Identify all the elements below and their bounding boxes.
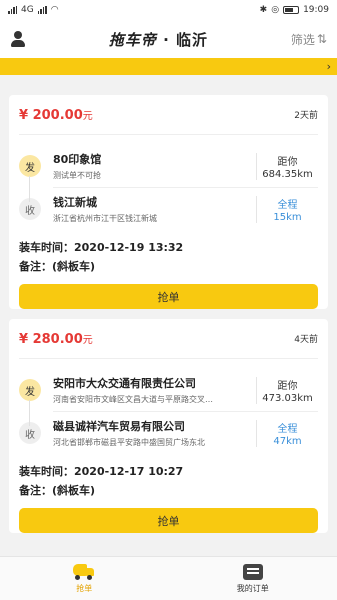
tab-my-orders-label: 我的订单	[236, 583, 269, 593]
status-bar: 4G ◠ ✱ ◎ 19:09	[0, 0, 337, 20]
route-connector	[29, 176, 30, 202]
status-left: 4G ◠	[8, 5, 59, 15]
network-type: 4G	[21, 5, 34, 15]
order-price: ¥ 280.00元	[19, 331, 93, 347]
status-right: ✱ ◎ 19:09	[260, 5, 329, 15]
app-header: 拖车帝 · 临沂 筛选 ⇅	[0, 20, 337, 58]
city-name[interactable]: 临沂	[176, 31, 208, 49]
location-icon: ◎	[271, 5, 280, 15]
order-time-ago: 4天前	[294, 335, 318, 345]
clock: 19:09	[303, 5, 329, 15]
order-meta: 装车时间：2020-12-19 13:32 备注：(斜板车)	[19, 230, 318, 276]
load-time-row: 装车时间：2020-12-19 13:32	[19, 241, 184, 254]
pickup-address: 河南省安阳市文峰区文昌大道与平原路交叉…	[53, 395, 213, 404]
tab-grab-label: 抢单	[76, 583, 93, 593]
dropoff-badge: 收	[19, 422, 41, 444]
dropoff-badge: 收	[19, 198, 41, 220]
order-price: ¥ 200.00元	[19, 107, 93, 123]
pickup-name: 80印象馆	[53, 153, 102, 166]
wifi-icon: ◠	[50, 5, 59, 15]
order-list[interactable]: ¥ 200.00元 2天前 发 80印象馆 测试单不可抢 距你 684.35km…	[0, 95, 337, 556]
route-connector	[29, 400, 30, 426]
signal-icon	[8, 6, 17, 14]
filter-button[interactable]: 筛选 ⇅	[291, 31, 327, 48]
grab-order-button[interactable]: 抢单	[19, 508, 318, 533]
distance-to-you: 距你 473.03km	[256, 376, 318, 404]
grab-order-button[interactable]: 抢单	[19, 284, 318, 309]
chevron-right-icon: ›	[326, 60, 331, 73]
note-row: 备注：(斜板车)	[19, 260, 96, 273]
notice-bar[interactable]: ›	[0, 58, 337, 75]
dropoff-name: 磁县诚祥汽车贸易有限公司	[53, 420, 185, 433]
battery-icon	[283, 6, 300, 14]
filter-label: 筛选	[290, 32, 315, 47]
pickup-leg: 发 安阳市大众交通有限责任公司 河南省安阳市文峰区文昌大道与平原路交叉… 距你 …	[19, 369, 318, 411]
order-card[interactable]: ¥ 200.00元 2天前 发 80印象馆 测试单不可抢 距你 684.35km…	[9, 95, 328, 309]
pickup-name: 安阳市大众交通有限责任公司	[53, 377, 196, 390]
bluetooth-icon: ✱	[259, 5, 268, 15]
bottom-tab-bar: 抢单 我的订单	[0, 556, 337, 600]
tab-my-orders[interactable]: 我的订单	[169, 557, 337, 600]
filter-icon: ⇅	[316, 32, 327, 46]
pickup-badge: 发	[19, 379, 41, 401]
page-title: 拖车帝 · 临沂	[109, 29, 208, 50]
tab-grab-orders[interactable]: 抢单	[0, 557, 169, 600]
order-time-ago: 2天前	[294, 111, 318, 121]
truck-icon	[73, 563, 95, 580]
pickup-badge: 发	[19, 155, 41, 177]
load-time-row: 装车时间：2020-12-17 10:27	[19, 465, 184, 478]
order-meta: 装车时间：2020-12-17 10:27 备注：(斜板车)	[19, 454, 318, 500]
title-separator: ·	[156, 30, 177, 49]
pickup-leg: 发 80印象馆 测试单不可抢 距你 684.35km	[19, 145, 318, 187]
order-card[interactable]: ¥ 280.00元 4天前 发 安阳市大众交通有限责任公司 河南省安阳市文峰区文…	[9, 319, 328, 533]
orders-icon	[242, 563, 263, 580]
signal-icon-2	[37, 6, 47, 14]
dropoff-address: 浙江省杭州市江干区钱江新城	[53, 214, 157, 223]
user-icon[interactable]	[10, 31, 26, 47]
note-row: 备注：(斜板车)	[19, 484, 96, 497]
dropoff-address: 河北省邯郸市磁县平安路中盛国贸广场东北	[53, 438, 205, 447]
dropoff-name: 钱江新城	[53, 196, 97, 209]
distance-to-you: 距你 684.35km	[256, 152, 318, 180]
route: 发 80印象馆 测试单不可抢 距你 684.35km 收 钱江新城 浙江省杭州市…	[19, 135, 318, 230]
dropoff-leg: 收 钱江新城 浙江省杭州市江干区钱江新城 全程 15km	[19, 188, 318, 230]
total-distance: 全程 47km	[256, 419, 318, 447]
app-logo: 拖车帝	[108, 30, 157, 49]
route: 发 安阳市大众交通有限责任公司 河南省安阳市文峰区文昌大道与平原路交叉… 距你 …	[19, 359, 318, 454]
total-distance: 全程 15km	[256, 195, 318, 223]
pickup-address: 测试单不可抢	[53, 171, 101, 180]
dropoff-leg: 收 磁县诚祥汽车贸易有限公司 河北省邯郸市磁县平安路中盛国贸广场东北 全程 47…	[19, 412, 318, 454]
